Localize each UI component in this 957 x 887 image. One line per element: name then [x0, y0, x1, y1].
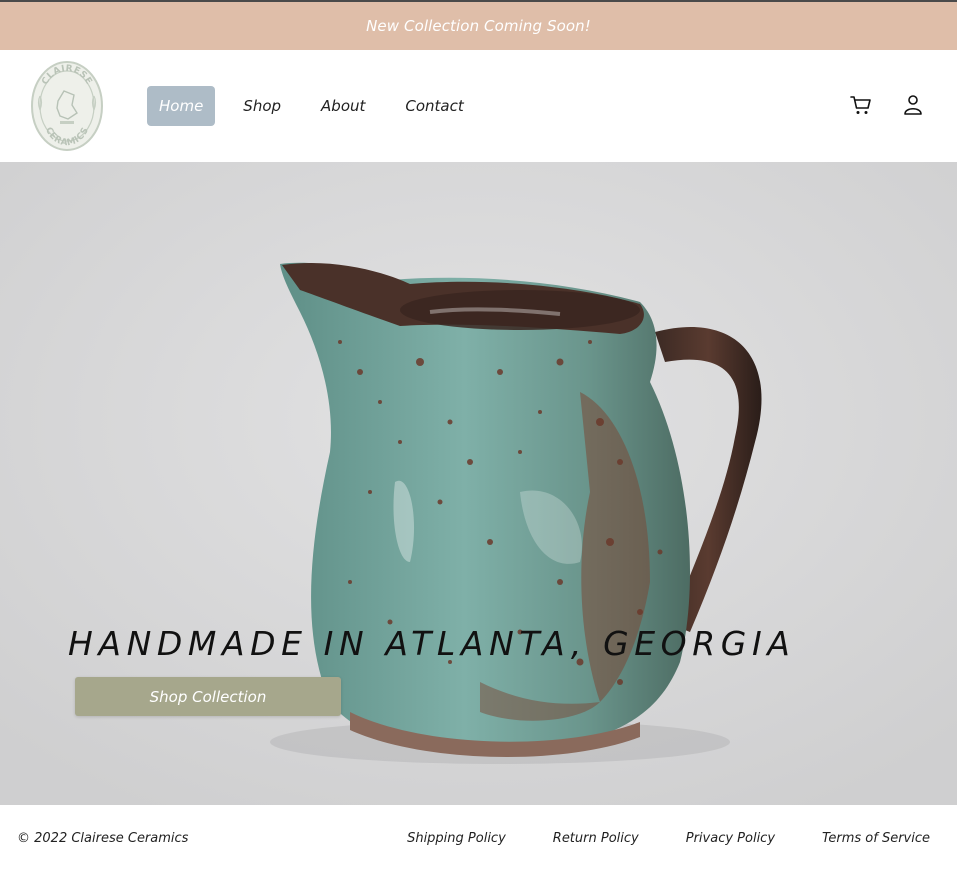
footer-link-return-policy[interactable]: Return Policy — [553, 831, 639, 846]
nav-contact[interactable]: Contact — [393, 86, 475, 126]
nav-home[interactable]: Home — [147, 86, 216, 126]
logo-emblem-icon: CLAIRESE CERAMICS — [31, 61, 103, 151]
cart-button[interactable] — [846, 90, 876, 120]
footer-link-privacy-policy[interactable]: Privacy Policy — [686, 831, 775, 846]
cart-icon — [850, 96, 871, 114]
nav-about[interactable]: About — [309, 86, 377, 126]
brand-logo[interactable]: CLAIRESE CERAMICS — [30, 61, 104, 151]
footer-link-shipping-policy[interactable]: Shipping Policy — [407, 831, 506, 846]
account-button[interactable] — [898, 90, 928, 120]
user-icon — [904, 95, 922, 115]
hero-banner: HANDMADE IN ATLANTA, GEORGIA Shop Collec… — [0, 162, 957, 805]
site-footer: © 2022 Clairese Ceramics Shipping Policy… — [0, 805, 957, 887]
announcement-bar: New Collection Coming Soon! — [0, 2, 957, 50]
announcement-text: New Collection Coming Soon! — [366, 17, 591, 35]
site-header: CLAIRESE CERAMICS Home Shop About Contac… — [0, 50, 957, 162]
main-nav: Home Shop About Contact — [147, 86, 492, 126]
footer-link-terms-of-service[interactable]: Terms of Service — [822, 831, 930, 846]
shop-collection-button[interactable]: Shop Collection — [75, 677, 341, 716]
copyright-text: © 2022 Clairese Ceramics — [17, 831, 189, 846]
nav-shop[interactable]: Shop — [231, 86, 293, 126]
hero-title: HANDMADE IN ATLANTA, GEORGIA — [68, 624, 796, 664]
footer-links: Shipping Policy Return Policy Privacy Po… — [360, 831, 930, 846]
